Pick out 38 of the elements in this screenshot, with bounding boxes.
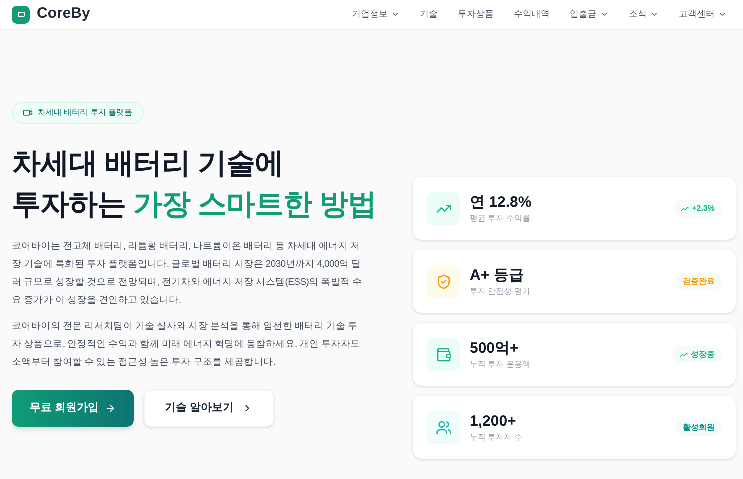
status-badge: 검증완료 — [676, 273, 722, 290]
hero-paragraph: 코어바이는 전고체 배터리, 리튬황 배터리, 나트륨이온 배터리 등 차세대 에너지 저장 기술에 특화된 투자 플랫폼입니다. 글로벌 배터리 시장은 2030년까지 4,000억 달러 규모로 성장할 것으로 전망되며, 전기차와 에너지 저장 시스템(ESS)의 폭발적 수요 증가가 이 성장을 견인하고 있습니다. — [12, 240, 364, 308]
chevron-down-icon — [391, 10, 400, 19]
trend-up-icon — [681, 204, 690, 212]
arrow-right-icon — [105, 403, 116, 414]
brand-name: CoreBy — [37, 4, 90, 24]
nav-link[interactable]: 입출금 — [570, 8, 609, 22]
nav-link[interactable]: 고객센터 — [679, 8, 727, 22]
signup-button[interactable]: 무료 회원가입 — [12, 390, 134, 427]
logo-icon — [12, 6, 30, 24]
nav-link[interactable]: 소식 — [629, 8, 659, 22]
hero-paragraph: 코어바이의 전문 리서치팀이 기술 실사와 시장 분석을 통해 엄선한 배터리 기술 투자 상품으로, 안정적인 수익과 함께 미래 에너지 혁명에 동참하세요. 개인 투자자도 소액부터 참여할 수 있는 접근성 높은 투자 구조를 제공합니다. — [12, 320, 362, 370]
users-icon — [427, 411, 460, 444]
status-badge: 활성회원 — [676, 419, 722, 436]
stat-value: A+ 등급 — [470, 266, 525, 286]
shield-check-icon — [427, 265, 460, 298]
stat-label: 누적 투자 운용액 — [470, 358, 530, 370]
stat-value: 500억+ — [470, 338, 520, 358]
trend-up-icon — [427, 192, 460, 225]
chevron-down-icon — [600, 10, 609, 19]
wallet-icon — [427, 338, 460, 371]
stat-label: 투자 안전성 평가 — [470, 286, 530, 298]
nav-link[interactable]: 기업정보 — [352, 8, 400, 22]
stat-value: 연 12.8% — [470, 192, 532, 212]
stat-label: 누적 투자자 수 — [470, 432, 522, 444]
tag-pill: 차세대 배터리 투자 플랫폼 — [12, 102, 144, 124]
stat-value: 1,200+ — [470, 412, 518, 432]
learn-more-button[interactable]: 기술 알아보기 — [144, 390, 274, 427]
hero-title: 차세대 배터리 기술에 투자하는 가장 스마트한 방법 — [12, 147, 378, 223]
status-badge: 성장중 — [673, 346, 722, 363]
chevron-down-icon — [718, 10, 727, 19]
trend-up-icon — [680, 350, 688, 358]
status-badge: +2.3% — [674, 200, 722, 217]
nav-link[interactable]: 기술 — [420, 8, 438, 22]
stat-label: 평균 투자 수익률 — [470, 212, 532, 224]
nav-link[interactable]: 투자상품 — [458, 8, 494, 22]
chevron-down-icon — [650, 10, 659, 19]
nav-link[interactable]: 수익내역 — [514, 8, 550, 22]
